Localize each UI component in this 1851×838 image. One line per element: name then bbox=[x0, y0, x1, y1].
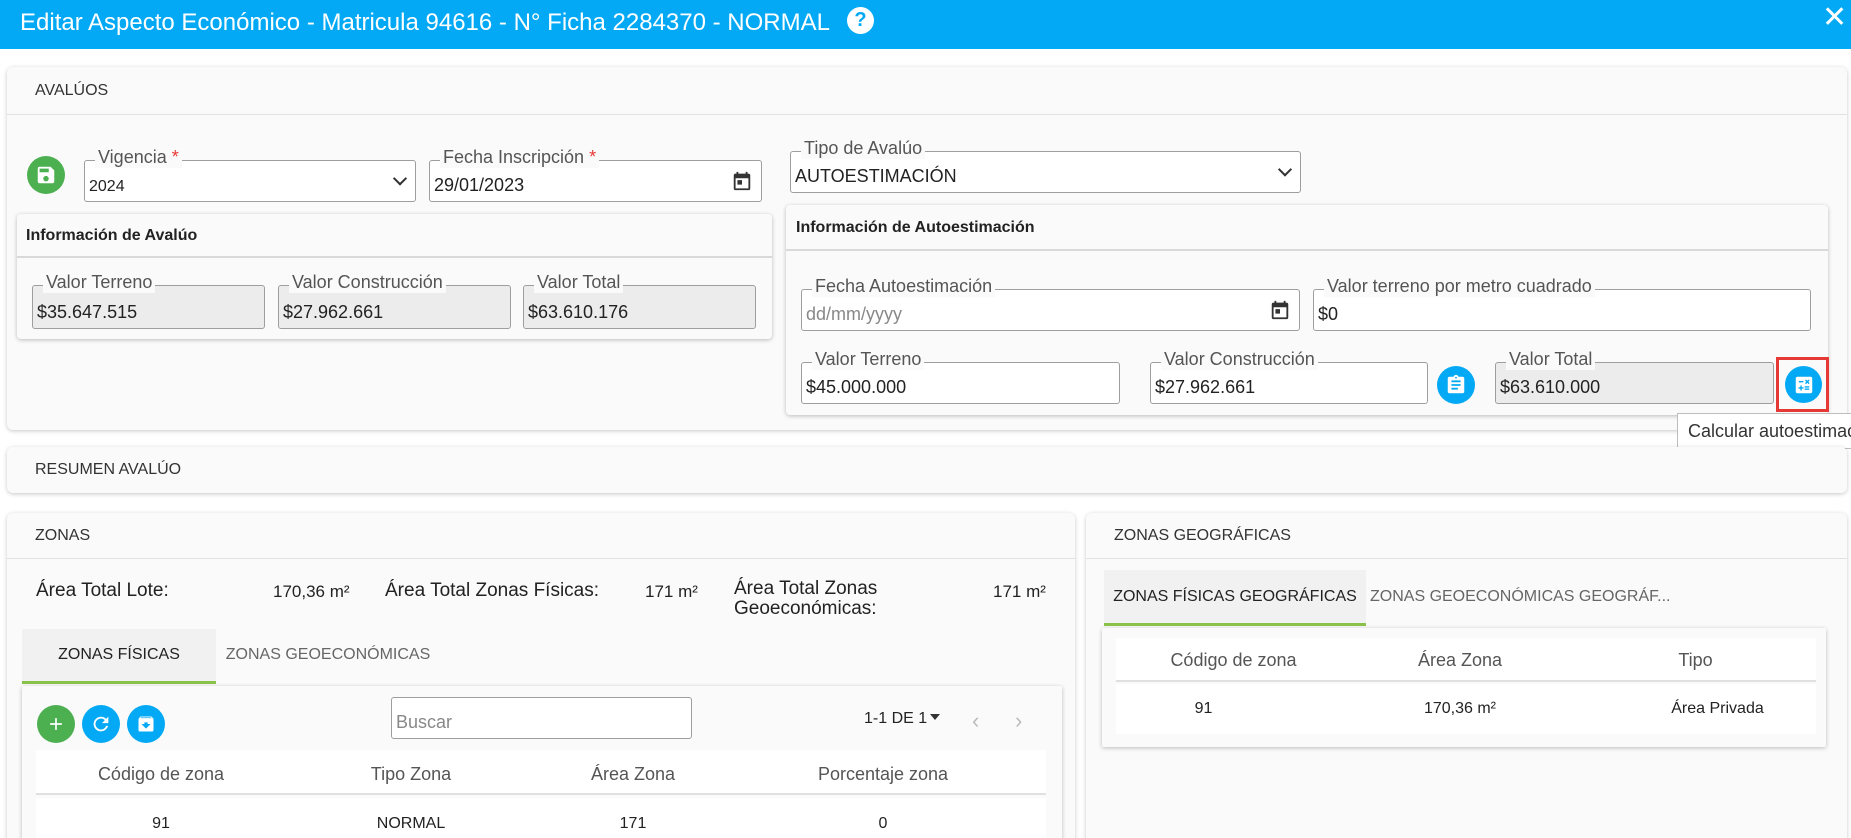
auto-valor-construccion-label: Valor Construcción bbox=[1161, 349, 1318, 370]
add-zona-button[interactable] bbox=[37, 705, 75, 743]
pagination-label: 1-1 DE 1 bbox=[864, 710, 928, 727]
chevron-left-icon[interactable]: ‹ bbox=[972, 708, 979, 734]
valor-construccion-field: Valor Construcción $27.962.661 bbox=[278, 272, 511, 329]
valor-m2-value: $0 bbox=[1318, 304, 1339, 324]
fecha-autoestimacion-placeholder: dd/mm/yyyy bbox=[806, 304, 903, 324]
search-input[interactable]: Buscar bbox=[391, 697, 692, 739]
area-total-lote-label: Área Total Lote: bbox=[36, 580, 169, 601]
col-geo-tipo[interactable]: Tipo bbox=[1578, 650, 1813, 671]
refresh-button[interactable] bbox=[82, 705, 120, 743]
area-zonas-geo-value: 171 m² bbox=[993, 582, 1046, 601]
refresh-icon bbox=[93, 716, 109, 732]
valor-construccion-label: Valor Construcción bbox=[289, 272, 446, 293]
fecha-inscripcion-value: 29/01/2023 bbox=[434, 175, 525, 195]
col-area-zona[interactable]: Área Zona bbox=[508, 764, 758, 785]
cell-tipo: NORMAL bbox=[376, 815, 446, 832]
dialog-title: Editar Aspecto Económico - Matricula 946… bbox=[20, 9, 830, 36]
auto-valor-total-label: Valor Total bbox=[1506, 349, 1596, 370]
valor-total-value: $63.610.176 bbox=[528, 302, 629, 322]
valor-total-label: Valor Total bbox=[534, 272, 624, 293]
resumen-avaluo-header: RESUMEN AVALÚO bbox=[35, 461, 182, 478]
col-tipo-zona[interactable]: Tipo Zona bbox=[286, 764, 536, 785]
auto-valor-total-field: Valor Total $63.610.000 bbox=[1495, 349, 1774, 404]
zonas-geograficas-header: ZONAS GEOGRÁFICAS bbox=[1086, 513, 1847, 559]
vigencia-label: Vigencia bbox=[98, 147, 167, 167]
tab-zonas-fisicas-geograficas[interactable]: ZONAS FÍSICAS GEOGRÁFICAS bbox=[1104, 570, 1366, 626]
tipo-avaluo-label: Tipo de Avalúo bbox=[801, 138, 926, 159]
vigencia-value: 2024 bbox=[89, 178, 125, 195]
valor-construccion-value: $27.962.661 bbox=[283, 302, 384, 322]
fecha-inscripcion-field[interactable]: Fecha Inscripción * 29/01/2023 bbox=[429, 147, 762, 202]
valor-terreno-field: Valor Terreno $35.647.515 bbox=[32, 272, 265, 329]
area-zonas-geo-label-2: Geoeconómicas: bbox=[734, 598, 877, 619]
auto-valor-terreno-label: Valor Terreno bbox=[812, 349, 925, 370]
col-codigo-zona[interactable]: Código de zona bbox=[36, 764, 286, 785]
cell-geo-tipo: Área Privada bbox=[1671, 700, 1764, 717]
valor-terreno-value: $35.647.515 bbox=[37, 302, 138, 322]
required-mark: * bbox=[589, 147, 597, 167]
area-total-lote-value: 170,36 m² bbox=[273, 582, 350, 601]
help-icon[interactable]: ? bbox=[847, 7, 874, 34]
zonas-header: ZONAS bbox=[7, 513, 1075, 559]
chevron-down-icon bbox=[1277, 162, 1293, 177]
avaluos-header: AVALÚOS bbox=[7, 67, 1847, 115]
col-geo-area[interactable]: Área Zona bbox=[1345, 650, 1575, 671]
col-porcentaje-zona[interactable]: Porcentaje zona bbox=[758, 764, 1008, 785]
fecha-inscripcion-label: Fecha Inscripción bbox=[443, 147, 585, 167]
clipboard-icon bbox=[1447, 374, 1465, 394]
clipboard-button[interactable] bbox=[1437, 366, 1475, 404]
tab-zonas-geoeconomicas-geograficas[interactable]: ZONAS GEOECONÓMICAS GEOGRÁF... bbox=[1370, 570, 1680, 626]
required-mark: * bbox=[171, 147, 179, 167]
cell-codigo: 91 bbox=[152, 815, 170, 832]
col-geo-codigo[interactable]: Código de zona bbox=[1116, 650, 1351, 671]
resumen-avaluo-panel[interactable]: RESUMEN AVALÚO bbox=[7, 447, 1847, 493]
auto-valor-terreno-value: $45.000.000 bbox=[806, 377, 907, 397]
auto-valor-construccion-field[interactable]: Valor Construcción $27.962.661 bbox=[1150, 349, 1428, 404]
auto-valor-total-value: $63.610.000 bbox=[1500, 377, 1601, 397]
valor-m2-label: Valor terreno por metro cuadrado bbox=[1324, 276, 1595, 297]
archive-button[interactable] bbox=[127, 705, 165, 743]
cell-area: 171 bbox=[619, 815, 647, 832]
auto-valor-construccion-value: $27.962.661 bbox=[1155, 377, 1256, 397]
valor-total-field: Valor Total $63.610.176 bbox=[523, 272, 756, 329]
info-avaluo-title: Información de Avalúo bbox=[17, 214, 772, 258]
calendar-icon[interactable] bbox=[731, 170, 753, 192]
highlight-box bbox=[1776, 357, 1829, 412]
chevron-right-icon[interactable]: › bbox=[1015, 708, 1022, 734]
valor-m2-field[interactable]: Valor terreno por metro cuadrado $0 bbox=[1313, 276, 1811, 331]
plus-icon bbox=[50, 718, 62, 730]
auto-valor-terreno-field[interactable]: Valor Terreno $45.000.000 bbox=[801, 349, 1120, 404]
tab-zonas-fisicas[interactable]: ZONAS FÍSICAS bbox=[22, 629, 216, 684]
cell-geo-area: 170,36 m² bbox=[1423, 700, 1497, 717]
area-zonas-geo-label-1: Área Total Zonas bbox=[734, 578, 878, 599]
calcular-tooltip: Calcular autoestimación bbox=[1677, 413, 1851, 449]
fecha-autoestimacion-field[interactable]: Fecha Autoestimación dd/mm/yyyy bbox=[801, 276, 1300, 331]
tipo-avaluo-value: AUTOESTIMACIÓN bbox=[795, 166, 957, 186]
area-zonas-fisicas-label: Área Total Zonas Físicas: bbox=[385, 580, 600, 601]
search-placeholder: Buscar bbox=[396, 712, 453, 732]
floppy-disk-icon bbox=[37, 166, 55, 184]
caret-down-icon[interactable] bbox=[930, 714, 940, 720]
valor-terreno-label: Valor Terreno bbox=[43, 272, 156, 293]
archive-icon bbox=[138, 716, 154, 732]
dialog-titlebar: Editar Aspecto Económico - Matricula 946… bbox=[0, 0, 1851, 49]
tipo-avaluo-select[interactable]: Tipo de Avalúo AUTOESTIMACIÓN bbox=[790, 138, 1301, 193]
chevron-down-icon bbox=[392, 171, 408, 186]
save-button[interactable] bbox=[27, 156, 65, 194]
cell-porcentaje: 0 bbox=[878, 815, 888, 832]
cell-geo-codigo: 91 bbox=[1194, 700, 1213, 717]
tab-zonas-geoeconomicas[interactable]: ZONAS GEOECONÓMICAS bbox=[218, 629, 438, 684]
calendar-icon[interactable] bbox=[1269, 299, 1291, 321]
vigencia-select[interactable]: Vigencia * 2024 bbox=[84, 147, 416, 202]
area-zonas-fisicas-value: 171 m² bbox=[645, 582, 698, 601]
info-autoestimacion-title: Información de Autoestimación bbox=[786, 205, 1828, 251]
close-icon[interactable]: ✕ bbox=[1822, 0, 1847, 35]
fecha-autoestimacion-label: Fecha Autoestimación bbox=[812, 276, 996, 297]
